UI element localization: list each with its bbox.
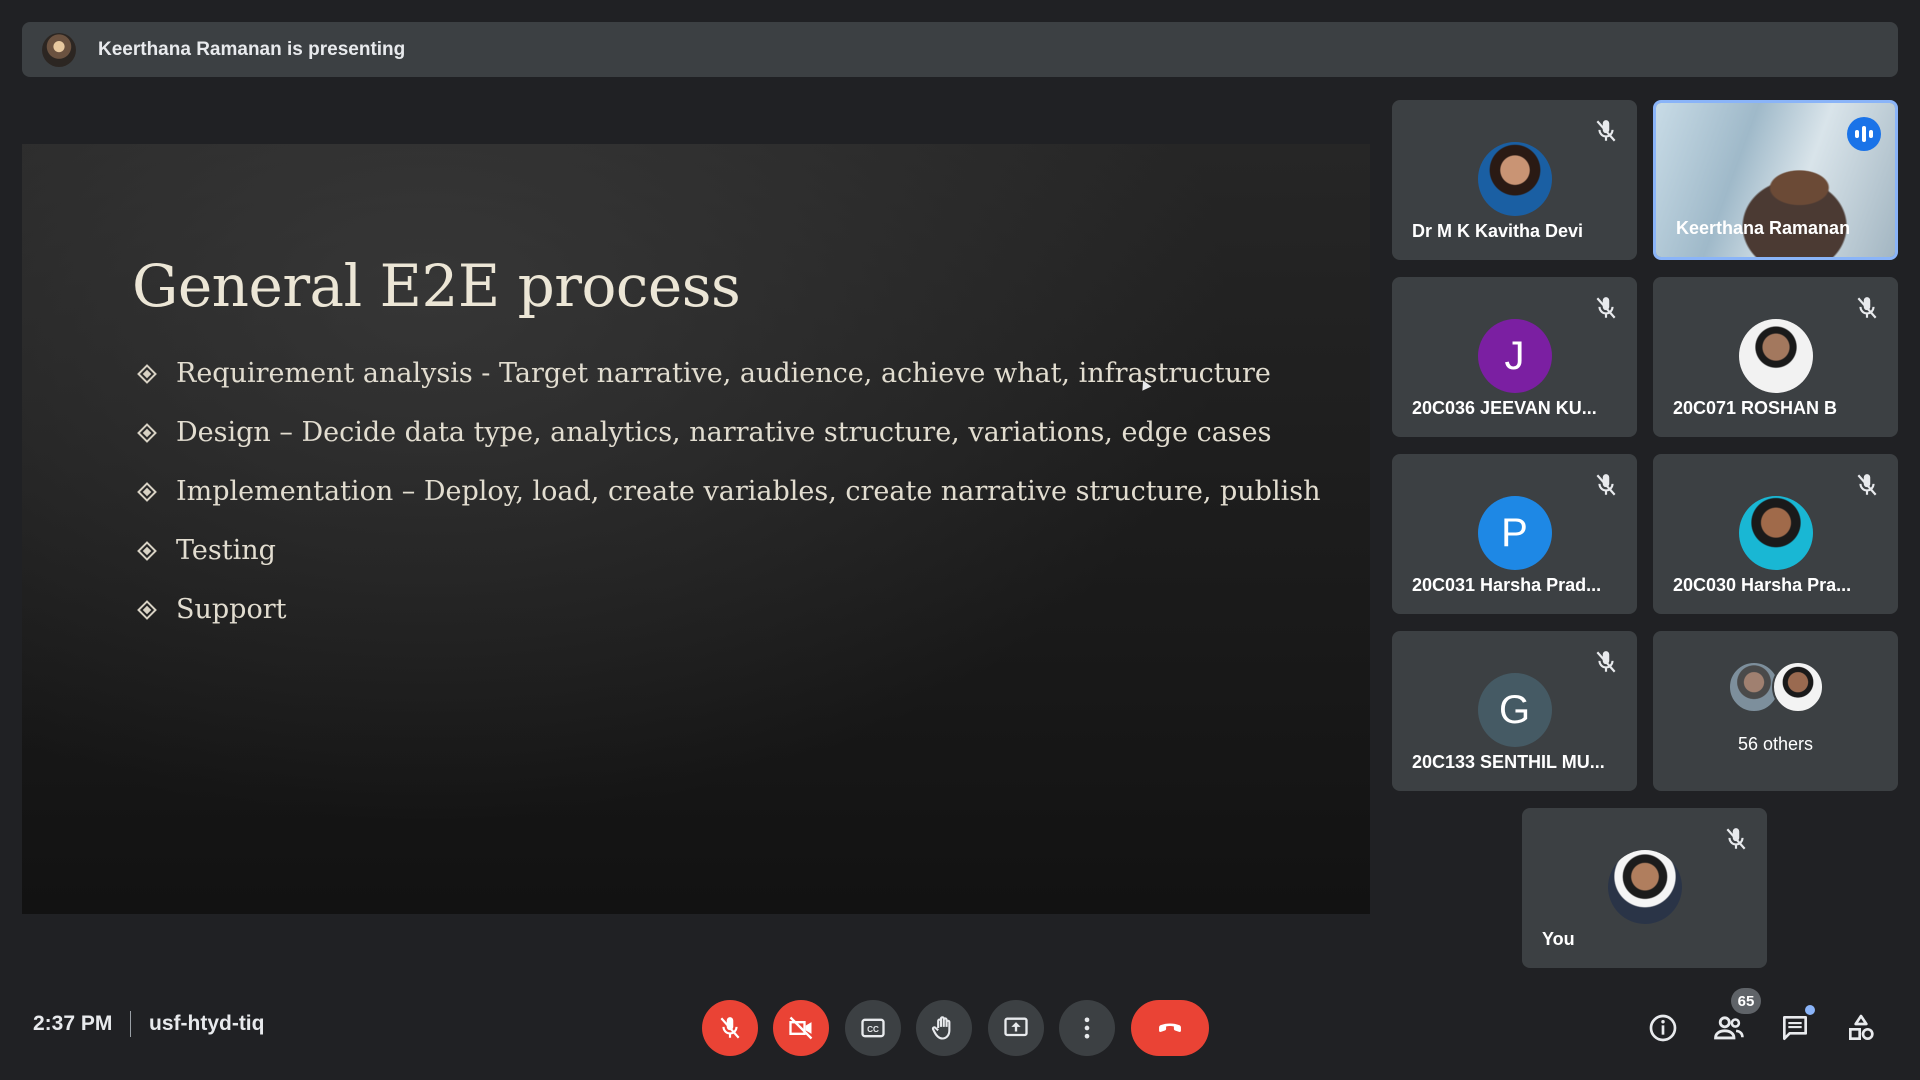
activities-button[interactable] [1843,1010,1879,1046]
participant-name: 20C030 Harsha Pra... [1673,575,1852,595]
slide-bullet-text: Design – Decide data type, analytics, na… [176,417,1272,448]
avatar: G [1477,673,1552,747]
slide-bullet-text: Support [176,594,287,625]
show-everyone-button[interactable] [1711,1010,1747,1046]
slide-title: General E2E process [132,252,741,320]
participant-name: You [1542,929,1575,949]
slide-bullet-text: Requirement analysis - Target narrative,… [176,358,1271,389]
camera-off-icon [789,1016,813,1040]
mic-off-icon [1857,297,1877,319]
participant-name: 20C133 SENTHIL MU... [1412,752,1605,772]
speaking-indicator-icon [1847,117,1881,151]
chat-icon [1783,1016,1807,1040]
others-avatar-stack [1727,661,1824,713]
meeting-details-button[interactable] [1645,1010,1681,1046]
slide-bullet: Requirement analysis - Target narrative,… [137,344,1320,403]
participant-name: 20C036 JEEVAN KU... [1412,398,1597,418]
leave-call-button[interactable] [1131,1000,1209,1056]
mic-off-icon [1596,297,1616,319]
slide-bullet: Design – Decide data type, analytics, na… [137,403,1320,462]
participant-name: Keerthana Ramanan [1676,218,1851,238]
participant-name: 20C031 Harsha Prad... [1412,575,1602,595]
slide-bullet: Support [137,580,1320,639]
raise-hand-icon [931,1016,951,1040]
bottom-control-bar: 2:37 PM usf-htyd-tiq CC 65 [0,980,1920,1080]
captions-button[interactable]: CC [845,1000,901,1056]
others-count: 56 others [1737,734,1814,754]
meeting-code: usf-htyd-tiq [149,1012,265,1035]
people-count-badge: 65 [1731,988,1761,1014]
present-icon [1004,1017,1028,1037]
avatar [1738,319,1813,393]
slide-bullet: Testing [137,521,1320,580]
participant-tile-active-speaker[interactable]: Keerthana Ramanan [1653,100,1898,260]
slide-bullet: Implementation – Deploy, load, create va… [137,462,1321,521]
avatar: J [1477,319,1552,393]
diamond-bullet-icon [137,422,157,443]
presenter-avatar [42,32,76,67]
diamond-bullet-icon [137,599,157,620]
mic-off-icon [1857,474,1877,496]
slide-bullet-text: Implementation – Deploy, load, create va… [176,476,1321,507]
end-call-icon [1159,1023,1181,1032]
mic-off-icon [720,1017,740,1039]
unread-indicator [1805,1005,1815,1015]
mic-off-icon [1596,474,1616,496]
mic-off-icon [1596,120,1616,142]
presenting-banner-text: Keerthana Ramanan is presenting [98,38,406,60]
microphone-toggle-button[interactable] [702,1000,758,1056]
people-icon [1714,1016,1744,1040]
captions-icon: CC [861,1018,885,1038]
participant-tile[interactable]: J 20C036 JEEVAN KU... [1392,277,1637,437]
camera-toggle-button[interactable] [773,1000,829,1056]
participant-tile[interactable]: 20C071 ROSHAN B [1653,277,1898,437]
presentation-stage: General E2E process Requirement analysis… [22,144,1370,914]
diamond-bullet-icon [137,481,157,502]
presenting-banner: Keerthana Ramanan is presenting [22,22,1898,77]
participant-tile[interactable]: P 20C031 Harsha Prad... [1392,454,1637,614]
svg-text:CC: CC [867,1025,879,1034]
participant-name: Dr M K Kavitha Devi [1412,221,1584,241]
participant-tile[interactable]: G 20C133 SENTHIL MU... [1392,631,1637,791]
avatar [1771,661,1824,713]
participant-tile[interactable]: 20C030 Harsha Pra... [1653,454,1898,614]
chat-button[interactable] [1777,1010,1813,1046]
info-icon [1649,1014,1677,1042]
slide-bullet-text: Testing [176,535,276,566]
participant-name: 20C071 ROSHAN B [1673,398,1838,418]
avatar [1477,142,1552,216]
avatar [1738,496,1813,570]
raise-hand-button[interactable] [916,1000,972,1056]
more-options-icon [1084,1017,1090,1039]
diamond-bullet-icon [137,363,157,384]
participant-tile[interactable]: Dr M K Kavitha Devi [1392,100,1637,260]
divider [130,1011,131,1037]
meeting-time: 2:37 PM [33,1012,113,1035]
present-now-button[interactable] [988,1000,1044,1056]
mic-off-icon [1726,828,1746,850]
self-tile[interactable]: You [1522,808,1767,968]
mic-off-icon [1596,651,1616,673]
others-tile[interactable]: 56 others [1653,631,1898,791]
more-options-button[interactable] [1059,1000,1115,1056]
avatar [1607,850,1682,924]
diamond-bullet-icon [137,540,157,561]
avatar: P [1477,496,1552,570]
activities-icon [1849,1014,1874,1040]
